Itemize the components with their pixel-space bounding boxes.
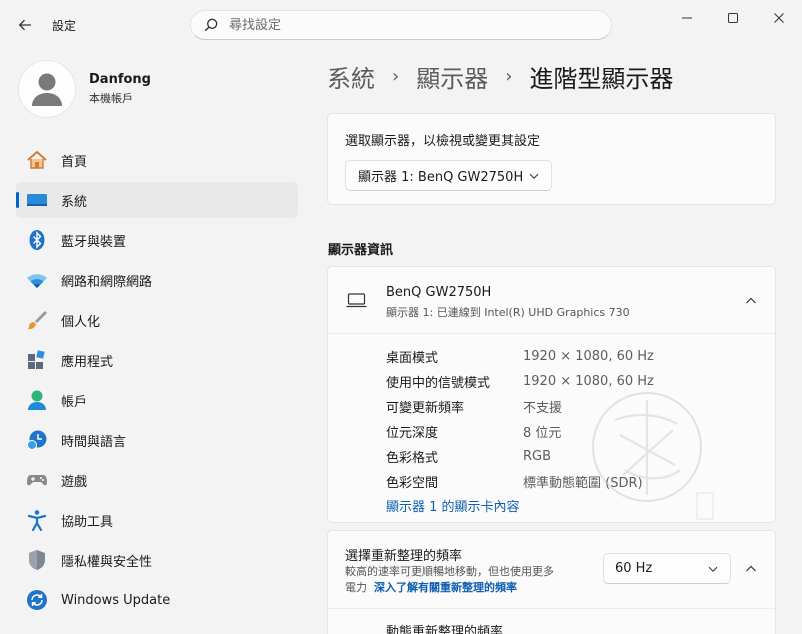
- sidebar-item-label: 時間與語言: [61, 434, 127, 450]
- profile-account-type: 本機帳戶: [89, 92, 133, 105]
- breadcrumb: 系統 › 顯示器 › 進階型顯示器: [327, 58, 673, 94]
- spec-key: 使用中的信號模式: [386, 376, 491, 391]
- display-info-heading: 顯示器資訊: [328, 243, 394, 258]
- close-button[interactable]: [756, 4, 802, 32]
- search-icon: [202, 16, 220, 34]
- collapse-refresh-rate-button[interactable]: [737, 555, 765, 583]
- spec-key: 色彩格式: [386, 451, 439, 466]
- gamepad-icon: [26, 469, 48, 491]
- display-select-dropdown[interactable]: 顯示器 1: BenQ GW2750H: [345, 160, 552, 191]
- title-bar: 設定: [0, 0, 802, 48]
- breadcrumb-separator: ›: [505, 65, 513, 87]
- spec-row: 桌面模式 1920 × 1080, 60 Hz: [386, 344, 654, 369]
- back-arrow-icon: [18, 19, 31, 31]
- sidebar-item-label: 個人化: [61, 314, 101, 330]
- profile-name: Danfong: [89, 72, 151, 87]
- minimize-icon: [682, 17, 692, 19]
- wifi-icon: [26, 269, 48, 291]
- search-box[interactable]: [190, 10, 612, 40]
- bluetooth-icon: [26, 229, 48, 251]
- search-input[interactable]: [229, 17, 589, 33]
- chevron-up-icon: [746, 565, 756, 572]
- collapse-display-info-button[interactable]: [737, 287, 765, 315]
- sidebar-item-windows-update[interactable]: Windows Update: [16, 582, 298, 618]
- select-display-label: 選取顯示器，以檢視或變更其設定: [345, 134, 541, 149]
- sidebar-item-label: 遊戲: [61, 474, 88, 490]
- sidebar-item-home[interactable]: 首頁: [16, 142, 298, 178]
- spec-value: 1920 × 1080, 60 Hz: [523, 349, 654, 364]
- monitor-name: BenQ GW2750H: [386, 285, 492, 300]
- select-display-card: 選取顯示器，以檢視或變更其設定 顯示器 1: BenQ GW2750H: [327, 113, 776, 205]
- sidebar-item-label: 帳戶: [61, 394, 88, 410]
- display-info-header[interactable]: BenQ GW2750H 顯示器 1: 已連線到 Intel(R) UHD Gr…: [328, 267, 775, 334]
- apps-icon: [26, 349, 48, 371]
- maximize-icon: [728, 13, 738, 23]
- sidebar-item-personalization[interactable]: 個人化: [16, 302, 298, 338]
- page-title: 進階型顯示器: [529, 64, 674, 93]
- dynamic-refresh-rate-label: 動態重新整理的頻率: [386, 625, 504, 634]
- spec-value: RGB: [523, 449, 552, 464]
- accessibility-icon: [26, 509, 48, 531]
- home-icon: [26, 149, 48, 171]
- back-button[interactable]: [12, 12, 38, 38]
- sidebar-item-accessibility[interactable]: 協助工具: [16, 502, 298, 538]
- sidebar-item-privacy[interactable]: 隱私權與安全性: [16, 542, 298, 578]
- refresh-rate-value: 60 Hz: [615, 561, 653, 576]
- monitor-icon: [346, 291, 368, 311]
- update-icon: [26, 589, 48, 611]
- sidebar-item-label: 系統: [61, 194, 88, 210]
- spec-value: 不支援: [523, 401, 563, 416]
- brush-icon: [26, 309, 48, 331]
- spec-key: 位元深度: [386, 426, 439, 441]
- divider: [328, 608, 775, 609]
- maximize-button[interactable]: [710, 4, 756, 32]
- sidebar-item-label: 藍牙與裝置: [61, 234, 127, 250]
- refresh-rate-description: 較高的速率可更順暢地移動，但也使用更多 電力 深入了解有關重新整理的頻率: [345, 564, 595, 596]
- learn-more-refresh-rate-link[interactable]: 深入了解有關重新整理的頻率: [374, 581, 517, 594]
- sidebar-item-gaming[interactable]: 遊戲: [16, 462, 298, 498]
- spec-value: 8 位元: [523, 426, 562, 441]
- spec-key: 可變更新頻率: [386, 401, 465, 416]
- sidebar-item-bluetooth[interactable]: 藍牙與裝置: [16, 222, 298, 258]
- sidebar-nav: 首頁 系統 藍牙與裝置 網路和網際網路 個人化 應用程式 帳戶 時間與語言 遊戲…: [16, 142, 298, 622]
- sidebar-item-time-language[interactable]: 時間與語言: [16, 422, 298, 458]
- user-profile[interactable]: Danfong 本機帳戶: [18, 60, 151, 118]
- sidebar-item-label: 協助工具: [61, 514, 114, 530]
- sidebar-item-label: 首頁: [61, 154, 88, 170]
- account-icon: [26, 389, 48, 411]
- shield-icon: [26, 549, 48, 571]
- sidebar-item-label: 網路和網際網路: [61, 274, 153, 290]
- spec-key: 桌面模式: [386, 351, 439, 366]
- close-icon: [774, 13, 784, 23]
- sidebar-item-network[interactable]: 網路和網際網路: [16, 262, 298, 298]
- system-icon: [26, 189, 48, 211]
- sidebar-item-apps[interactable]: 應用程式: [16, 342, 298, 378]
- monitor-connection: 顯示器 1: 已連線到 Intel(R) UHD Graphics 730: [386, 306, 630, 319]
- seal-watermark: [592, 392, 714, 520]
- minimize-button[interactable]: [664, 4, 710, 32]
- breadcrumb-system[interactable]: 系統: [327, 59, 375, 94]
- chevron-down-icon: [708, 564, 718, 574]
- time-language-icon: [26, 429, 48, 451]
- spec-key: 色彩空間: [386, 476, 439, 491]
- refresh-rate-desc-line1: 較高的速率可更順暢地移動，但也使用更多: [345, 565, 554, 578]
- app-title: 設定: [52, 19, 77, 33]
- sidebar-item-label: 隱私權與安全性: [61, 554, 153, 570]
- sidebar-item-label: 應用程式: [61, 354, 114, 370]
- breadcrumb-display[interactable]: 顯示器: [416, 59, 488, 94]
- refresh-rate-card: 選擇重新整理的頻率 較高的速率可更順暢地移動，但也使用更多 電力 深入了解有關重…: [327, 530, 776, 634]
- chevron-up-icon: [746, 297, 756, 304]
- display-select-value: 顯示器 1: BenQ GW2750H: [358, 170, 524, 185]
- chevron-down-icon: [529, 171, 539, 181]
- refresh-rate-dropdown[interactable]: 60 Hz: [603, 553, 731, 584]
- display-adapter-properties-link[interactable]: 顯示器 1 的顯示卡內容: [386, 496, 520, 515]
- breadcrumb-separator: ›: [392, 65, 400, 87]
- person-icon: [32, 73, 62, 106]
- avatar: [18, 60, 76, 118]
- sidebar-item-accounts[interactable]: 帳戶: [16, 382, 298, 418]
- refresh-rate-desc-line2: 電力: [345, 581, 367, 594]
- refresh-rate-title: 選擇重新整理的頻率: [345, 549, 463, 564]
- sidebar-item-system[interactable]: 系統: [16, 182, 298, 218]
- sidebar-item-label: Windows Update: [61, 592, 171, 608]
